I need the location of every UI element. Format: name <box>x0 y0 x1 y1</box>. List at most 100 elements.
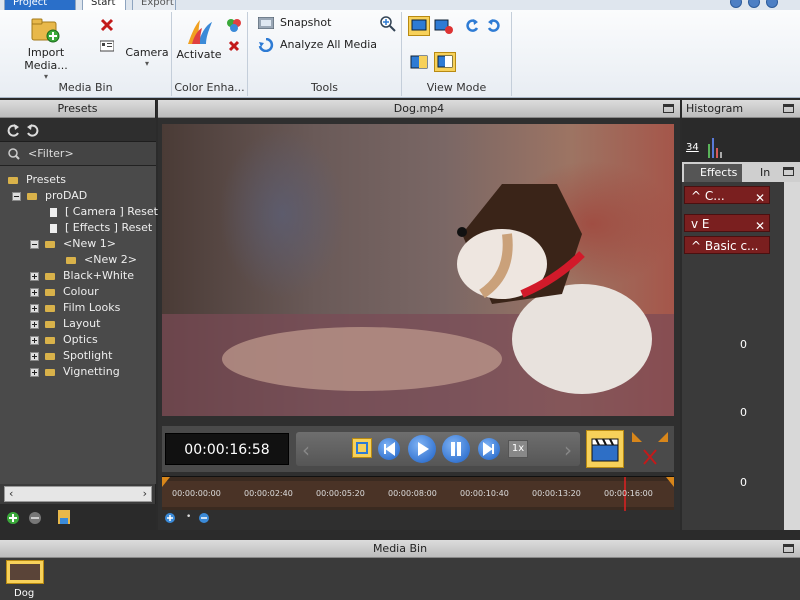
snapshot-button[interactable]: Snapshot <box>258 16 331 29</box>
remove-effect-icon[interactable]: ✕ <box>755 189 765 207</box>
expand-icon[interactable] <box>30 319 39 329</box>
histogram-title: Histogram <box>686 102 744 115</box>
group-label-view-mode: View Mode <box>426 81 487 94</box>
import-media-button[interactable]: Import Media... ▾ <box>6 16 86 81</box>
video-title: Dog.mp4 <box>393 102 445 115</box>
split-view-icon[interactable] <box>410 54 428 70</box>
color-remove-icon[interactable] <box>228 40 240 52</box>
tab-export[interactable]: Export <box>132 0 176 10</box>
cut-marker-icon[interactable] <box>630 430 670 468</box>
redo-view-icon[interactable] <box>486 18 502 34</box>
tree-node-prodad[interactable]: proDAD <box>12 188 87 204</box>
group-label-media-bin: Media Bin <box>58 81 113 94</box>
scroll-right-icon[interactable]: › <box>143 487 147 500</box>
view-mode-single-button[interactable] <box>408 16 430 36</box>
collapse-icon[interactable] <box>30 239 39 249</box>
effect-item[interactable]: ^ C... ✕ <box>684 186 770 207</box>
maximize-icon[interactable] <box>783 104 794 113</box>
tree-node-new-1[interactable]: <New 1> <box>30 236 116 252</box>
histogram-header: Histogram <box>682 100 800 118</box>
maximize-icon[interactable] <box>783 167 794 176</box>
loop-icon <box>356 442 368 454</box>
view-mode-side-button[interactable] <box>434 52 456 72</box>
presets-toolbar <box>0 118 156 142</box>
presets-horizontal-scrollbar[interactable]: ‹ › <box>4 486 152 502</box>
tree-node-optics[interactable]: Optics <box>30 332 98 348</box>
maximize-icon[interactable] <box>783 544 794 553</box>
tab-project[interactable]: Project <box>4 0 76 10</box>
tab-start[interactable]: Start <box>82 0 126 10</box>
histogram-graph <box>708 138 722 158</box>
media-list-icon[interactable] <box>100 40 114 52</box>
expand-icon[interactable] <box>30 351 39 361</box>
help-icon[interactable] <box>730 0 742 8</box>
parameter-value[interactable]: 0 <box>740 476 747 489</box>
settings-icon[interactable] <box>766 0 778 8</box>
tab-info[interactable]: In <box>744 164 778 182</box>
skip-back-button[interactable] <box>378 438 400 460</box>
tree-node-film-looks[interactable]: Film Looks <box>30 300 120 316</box>
pause-button[interactable] <box>442 435 470 463</box>
color-preset-icon[interactable] <box>226 18 242 32</box>
ribbon-tab-bar: Project Start Export <box>0 0 800 10</box>
collapse-icon[interactable] <box>12 191 21 201</box>
presets-filter[interactable]: <Filter> <box>0 142 156 166</box>
tree-node-presets[interactable]: Presets <box>8 172 66 188</box>
monitor-compare-icon[interactable] <box>434 18 454 36</box>
tree-node-camera-reset[interactable]: [ Camera ] Reset <box>50 204 158 220</box>
ribbon: Import Media... ▾ Camera ▾ Media Bin Act… <box>0 10 800 98</box>
info-icon[interactable] <box>748 0 760 8</box>
previous-arrow-icon[interactable]: ‹ <box>302 438 310 462</box>
tree-node-black-white[interactable]: Black+White <box>30 268 134 284</box>
next-arrow-icon[interactable]: › <box>564 438 572 462</box>
tree-node-vignetting[interactable]: Vignetting <box>30 364 120 380</box>
group-color-enhance: Activate Color Enha... <box>172 12 248 96</box>
effects-vertical-scrollbar[interactable] <box>784 182 800 530</box>
tree-node-new-2[interactable]: <New 2> <box>66 252 137 268</box>
expand-icon[interactable] <box>30 303 39 313</box>
tree-node-spotlight[interactable]: Spotlight <box>30 348 112 364</box>
remove-preset-icon[interactable] <box>28 511 42 525</box>
tab-effects[interactable]: Effects <box>684 164 742 182</box>
scroll-left-icon[interactable]: ‹ <box>9 487 13 500</box>
zoom-in-icon[interactable] <box>164 512 178 526</box>
snapshot-label: Snapshot <box>280 16 332 29</box>
parameter-value[interactable]: 0 <box>740 406 747 419</box>
preset-file-icon <box>50 207 57 217</box>
maximize-icon[interactable] <box>663 104 674 113</box>
video-frame[interactable] <box>162 124 674 416</box>
tree-node-effects-reset[interactable]: [ Effects ] Reset <box>50 220 152 236</box>
expand-icon[interactable] <box>30 287 39 297</box>
parameter-value[interactable]: 0 <box>740 338 747 351</box>
skip-forward-button[interactable] <box>478 438 500 460</box>
collapse-chevron-icon: ^ <box>691 239 705 253</box>
media-clip-thumbnail[interactable] <box>6 560 44 584</box>
remove-media-icon[interactable] <box>100 18 114 32</box>
add-preset-icon[interactable] <box>6 511 20 525</box>
media-bin-header: Media Bin <box>0 540 800 558</box>
save-preset-icon[interactable] <box>56 509 72 525</box>
playback-speed-button[interactable]: 1x <box>508 440 528 458</box>
loop-button[interactable] <box>352 438 372 458</box>
undo-view-icon[interactable] <box>464 18 480 34</box>
camera-button[interactable]: Camera ▾ <box>124 16 170 68</box>
undo-icon[interactable] <box>6 123 20 137</box>
effect-item[interactable]: ^ Basic c... <box>684 236 770 254</box>
tree-node-layout[interactable]: Layout <box>30 316 100 332</box>
remove-effect-icon[interactable]: ✕ <box>755 217 765 235</box>
expand-icon[interactable] <box>30 335 39 345</box>
timeline[interactable]: 00:00:00:00 00:00:02:40 00:00:05:20 00:0… <box>162 476 674 511</box>
zoom-tool-icon[interactable] <box>380 16 396 32</box>
tree-node-colour[interactable]: Colour <box>30 284 99 300</box>
expand-icon[interactable] <box>30 271 39 281</box>
analyze-all-media-button[interactable]: Analyze All Media <box>258 38 377 52</box>
redo-icon[interactable] <box>26 123 40 137</box>
zoom-out-icon[interactable] <box>198 512 212 526</box>
activate-button[interactable]: Activate <box>174 16 224 61</box>
zoom-separator-icon: • <box>186 512 192 522</box>
play-button[interactable] <box>408 435 436 463</box>
expand-icon[interactable] <box>30 367 39 377</box>
preset-file-icon <box>50 223 57 233</box>
effect-item[interactable]: v E ✕ <box>684 214 770 235</box>
clapper-button[interactable] <box>586 430 624 468</box>
